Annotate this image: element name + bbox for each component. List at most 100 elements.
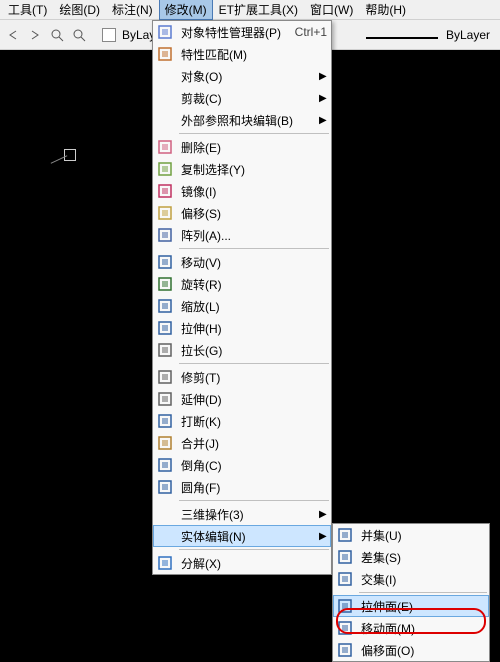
menu-modify[interactable]: 修改(M) (159, 0, 213, 20)
menu-item-p[interactable]: 对象特性管理器(P)Ctrl+1 (153, 21, 331, 43)
menu-item-t[interactable]: 修剪(T) (153, 366, 331, 388)
menu-separator (359, 592, 487, 593)
menu-item-e[interactable]: 删除(E) (153, 136, 331, 158)
menu-separator (179, 363, 329, 364)
subtract-icon (335, 547, 355, 567)
zoom-out-icon[interactable] (70, 26, 88, 44)
menu-tools[interactable]: 工具(T) (2, 0, 53, 20)
lengthen-icon (155, 340, 175, 360)
menu-item-m[interactable]: 特性匹配(M) (153, 43, 331, 65)
menu-item-c[interactable]: 剪裁(C)▶ (153, 87, 331, 109)
menu-item-d[interactable]: 延伸(D) (153, 388, 331, 410)
menu-item-label: 并集(U) (355, 527, 485, 544)
menubar: 工具(T) 绘图(D) 标注(N) 修改(M) ET扩展工具(X) 窗口(W) … (0, 0, 500, 20)
move-face-icon (335, 618, 355, 638)
menu-item-label: 剪裁(C) (175, 90, 319, 107)
menu-et-tools[interactable]: ET扩展工具(X) (213, 0, 304, 20)
menu-item-k[interactable]: 打断(K) (153, 410, 331, 432)
submenu-arrow-icon: ▶ (319, 93, 327, 104)
stretch-icon (155, 318, 175, 338)
menu-item-h[interactable]: 拉伸(H) (153, 317, 331, 339)
menu-item-label: 删除(E) (175, 139, 327, 156)
menu-item-label: 拉长(G) (175, 342, 327, 359)
menu-help[interactable]: 帮助(H) (359, 0, 412, 20)
blank-icon (155, 504, 175, 524)
menu-item-label: 对象(O) (175, 68, 319, 85)
scale-icon (155, 296, 175, 316)
menu-item-accel: Ctrl+1 (287, 25, 327, 39)
menu-item-label: 特性匹配(M) (175, 46, 327, 63)
menu-item-y[interactable]: 复制选择(Y) (153, 158, 331, 180)
menu-item-i[interactable]: 交集(I) (333, 568, 489, 590)
menu-item-e[interactable]: 拉伸面(E) (333, 595, 489, 617)
menu-item-label: 外部参照和块编辑(B) (175, 112, 319, 129)
menu-item-l[interactable]: 缩放(L) (153, 295, 331, 317)
menu-item-3[interactable]: 三维操作(3)▶ (153, 503, 331, 525)
menu-draw[interactable]: 绘图(D) (53, 0, 106, 20)
linetype-swatch[interactable] (366, 28, 438, 42)
menu-item-label: 三维操作(3) (175, 506, 319, 523)
menu-item-label: 圆角(F) (175, 479, 327, 496)
menu-item-r[interactable]: 旋转(R) (153, 273, 331, 295)
explode-icon (155, 553, 175, 573)
modify-dropdown: 对象特性管理器(P)Ctrl+1特性匹配(M)对象(O)▶剪裁(C)▶外部参照和… (152, 20, 332, 575)
menu-item-label: 偏移(S) (175, 205, 327, 222)
menu-item-label: 移动面(M) (355, 620, 485, 637)
menu-dimension[interactable]: 标注(N) (106, 0, 159, 20)
menu-item-label: 差集(S) (355, 549, 485, 566)
linetype-label[interactable]: ByLayer (446, 28, 490, 42)
redo-icon[interactable] (26, 26, 44, 44)
menu-item-c[interactable]: 倒角(C) (153, 454, 331, 476)
menu-item-label: 复制选择(Y) (175, 161, 327, 178)
union-icon (335, 525, 355, 545)
offset-icon (155, 203, 175, 223)
undo-icon[interactable] (4, 26, 22, 44)
properties-icon (155, 22, 175, 42)
copy-icon (155, 159, 175, 179)
menu-window[interactable]: 窗口(W) (304, 0, 359, 20)
menu-separator (179, 500, 329, 501)
menu-item-a[interactable]: 阵列(A)... (153, 224, 331, 246)
menu-item-label: 延伸(D) (175, 391, 327, 408)
submenu-arrow-icon: ▶ (319, 115, 327, 126)
menu-item-b[interactable]: 外部参照和块编辑(B)▶ (153, 109, 331, 131)
submenu-arrow-icon: ▶ (319, 71, 327, 82)
break-icon (155, 411, 175, 431)
menu-item-m[interactable]: 移动面(M) (333, 617, 489, 639)
menu-separator (179, 248, 329, 249)
menu-item-j[interactable]: 合并(J) (153, 432, 331, 454)
submenu-arrow-icon: ▶ (319, 531, 327, 542)
match-icon (155, 44, 175, 64)
menu-item-label: 拉伸(H) (175, 320, 327, 337)
erase-icon (155, 137, 175, 157)
rotate-icon (155, 274, 175, 294)
menu-item-i[interactable]: 镜像(I) (153, 180, 331, 202)
menu-item-v[interactable]: 移动(V) (153, 251, 331, 273)
menu-item-label: 旋转(R) (175, 276, 327, 293)
color-swatch[interactable] (100, 26, 118, 44)
menu-item-g[interactable]: 拉长(G) (153, 339, 331, 361)
menu-item-n[interactable]: 实体编辑(N)▶ (153, 525, 331, 547)
move-icon (155, 252, 175, 272)
menu-item-s[interactable]: 差集(S) (333, 546, 489, 568)
menu-item-o[interactable]: 偏移面(O) (333, 639, 489, 661)
blank-icon (155, 66, 175, 86)
submenu-arrow-icon: ▶ (319, 509, 327, 520)
zoom-in-icon[interactable] (48, 26, 66, 44)
menu-item-label: 倒角(C) (175, 457, 327, 474)
menu-separator (179, 133, 329, 134)
menu-item-label: 打断(K) (175, 413, 327, 430)
menu-item-s[interactable]: 偏移(S) (153, 202, 331, 224)
menu-item-x[interactable]: 分解(X) (153, 552, 331, 574)
menu-item-label: 合并(J) (175, 435, 327, 452)
solid-edit-submenu: 并集(U) 差集(S) 交集(I) 拉伸面(E) 移动面(M) 偏移面(O) (332, 523, 490, 662)
menu-item-u[interactable]: 并集(U) (333, 524, 489, 546)
menu-item-f[interactable]: 圆角(F) (153, 476, 331, 498)
menu-item-o[interactable]: 对象(O)▶ (153, 65, 331, 87)
trim-icon (155, 367, 175, 387)
blank-icon (155, 526, 175, 546)
menu-separator (179, 549, 329, 550)
join-icon (155, 433, 175, 453)
menu-item-label: 实体编辑(N) (175, 528, 319, 545)
menu-item-label: 修剪(T) (175, 369, 327, 386)
